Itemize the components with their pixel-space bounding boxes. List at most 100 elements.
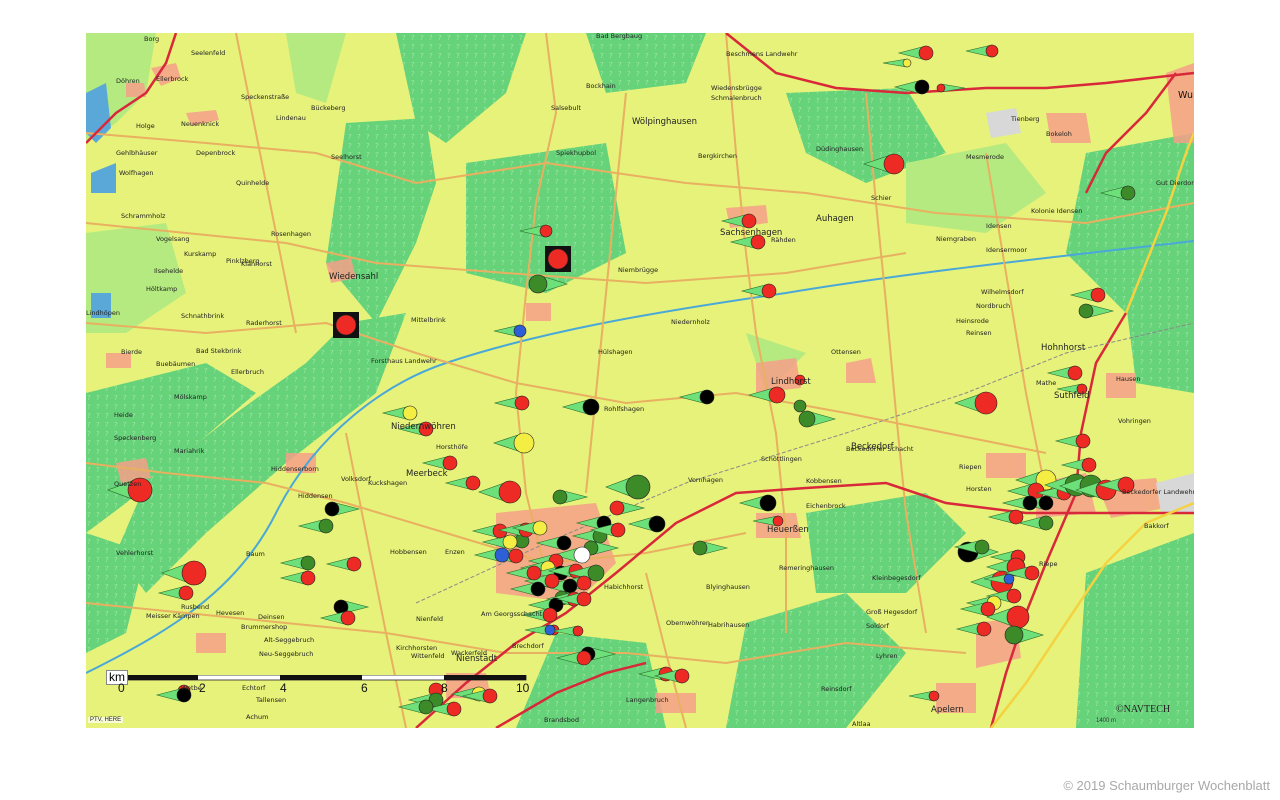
red-square-marker[interactable] — [333, 312, 359, 338]
red-square-marker[interactable] — [545, 246, 571, 272]
red-circle-marker[interactable] — [965, 44, 999, 58]
place-label: Wiedensahl — [329, 272, 379, 282]
place-label: Seelenfeld — [191, 49, 226, 57]
place-label: Heuerßen — [767, 525, 809, 535]
black-circle-marker[interactable] — [561, 398, 600, 416]
place-label: Schmalenbruch — [711, 94, 762, 102]
black-dot — [1038, 495, 1054, 511]
place-label: Meerbeck — [406, 469, 448, 479]
place-label: Brechdorf — [512, 642, 544, 650]
red-dot — [526, 565, 542, 581]
red-circle-marker[interactable] — [1069, 287, 1106, 303]
green-circle-marker[interactable] — [1004, 625, 1045, 645]
red-circle-marker[interactable] — [908, 690, 940, 702]
place-label: Borg — [144, 35, 160, 43]
place-label: Hiddenserborn — [271, 465, 319, 473]
place-label: Vornhagen — [688, 476, 723, 484]
red-circle-marker[interactable] — [954, 391, 998, 415]
green-circle-marker[interactable] — [279, 555, 316, 571]
red-circle-marker[interactable] — [157, 585, 194, 601]
red-circle-marker[interactable] — [1054, 433, 1091, 449]
red-dot — [985, 44, 999, 58]
place-label: Depenbrock — [196, 149, 236, 157]
black-dot — [324, 501, 340, 517]
red-dot — [572, 625, 584, 637]
black-circle-marker[interactable] — [1001, 495, 1038, 511]
place-label: Volksdorf — [341, 475, 371, 483]
green-circle-marker[interactable] — [297, 518, 334, 534]
green-circle-marker[interactable] — [1017, 515, 1054, 531]
red-circle-marker[interactable] — [740, 283, 777, 299]
yellow-dot — [502, 534, 518, 550]
place-label: Wölpinghausen — [632, 117, 698, 127]
place-label: Riepe — [1039, 560, 1058, 568]
place-label: Kirchhorsten — [396, 644, 438, 652]
black-circle-marker[interactable] — [627, 515, 666, 533]
place-label: Salsebult — [551, 104, 581, 112]
yellow-circle-marker[interactable] — [493, 432, 535, 454]
place-label: Döhren — [116, 77, 140, 85]
copyright-notice: © 2019 Schaumburger Wochenblatt — [1063, 778, 1270, 793]
yellow-dot — [532, 520, 548, 536]
green-circle-marker[interactable] — [605, 474, 651, 500]
place-label: Deinsen — [258, 613, 285, 621]
green-circle-marker[interactable] — [798, 410, 837, 428]
red-circle-marker[interactable] — [1006, 482, 1045, 500]
place-label: Quetzen — [114, 480, 142, 488]
red-circle-marker[interactable] — [897, 45, 934, 61]
blue-circle-marker[interactable] — [493, 324, 527, 338]
green-circle-marker[interactable] — [552, 489, 589, 505]
scale-bar — [116, 675, 527, 681]
red-circle-marker[interactable] — [421, 455, 458, 471]
red-dot — [1024, 565, 1040, 581]
red-dot — [446, 701, 462, 717]
yellow-circle-marker[interactable] — [882, 58, 912, 68]
red-dot — [498, 480, 522, 504]
red-circle-marker[interactable] — [493, 395, 530, 411]
place-label: Achum — [246, 713, 269, 721]
red-circle-marker[interactable] — [325, 556, 362, 572]
red-dot — [576, 575, 592, 591]
green-dot — [692, 540, 708, 556]
red-dot — [544, 573, 560, 589]
red-circle-marker[interactable] — [478, 480, 522, 504]
place-label: Hohnhorst — [1041, 343, 1086, 353]
scale-tick-6: 6 — [361, 681, 368, 695]
place-label: Soldorf — [866, 622, 889, 630]
red-circle-marker[interactable] — [987, 509, 1024, 525]
black-circle-marker[interactable] — [324, 501, 361, 517]
green-circle-marker[interactable] — [692, 540, 729, 556]
place-label: Kleinbegesdorf — [872, 574, 921, 582]
place-label: Hiddensen — [298, 492, 333, 500]
red-circle-marker[interactable] — [609, 500, 646, 516]
black-circle-marker[interactable] — [678, 389, 715, 405]
place-label: Auhagen — [816, 214, 854, 224]
place-label: Bockhain — [586, 82, 616, 90]
yellow-circle-marker[interactable] — [381, 405, 418, 421]
blue-circle-marker[interactable] — [473, 547, 510, 563]
red-circle-marker[interactable] — [279, 570, 316, 586]
red-dot — [542, 607, 558, 623]
red-circle-marker[interactable] — [1046, 365, 1083, 381]
map-view[interactable]: ? — [86, 33, 1194, 728]
place-label: Alt-Seggebruch — [264, 636, 315, 644]
place-label: Tallensen — [256, 696, 287, 704]
place-label: Beckedorfer Landwehr — [1122, 488, 1194, 496]
red-circle-marker[interactable] — [955, 621, 992, 637]
green-circle-marker[interactable] — [1078, 303, 1115, 319]
green-dot — [300, 555, 316, 571]
green-dot — [587, 564, 605, 582]
blue-dot — [494, 547, 510, 563]
black-circle-marker[interactable] — [738, 494, 777, 512]
yellow-dot — [902, 58, 912, 68]
scale-tick-10: 10 — [516, 681, 530, 695]
place-label: Idensen — [986, 222, 1012, 230]
place-label: Schnathbrink — [181, 312, 225, 320]
red-dot — [883, 153, 905, 175]
red-dot — [1067, 365, 1083, 381]
green-circle-marker[interactable] — [793, 399, 807, 413]
place-label: Niembrügge — [618, 266, 659, 274]
place-label: Idensermoor — [986, 246, 1028, 254]
place-label: Rosenhagen — [271, 230, 312, 238]
red-circle-marker[interactable] — [444, 475, 481, 491]
